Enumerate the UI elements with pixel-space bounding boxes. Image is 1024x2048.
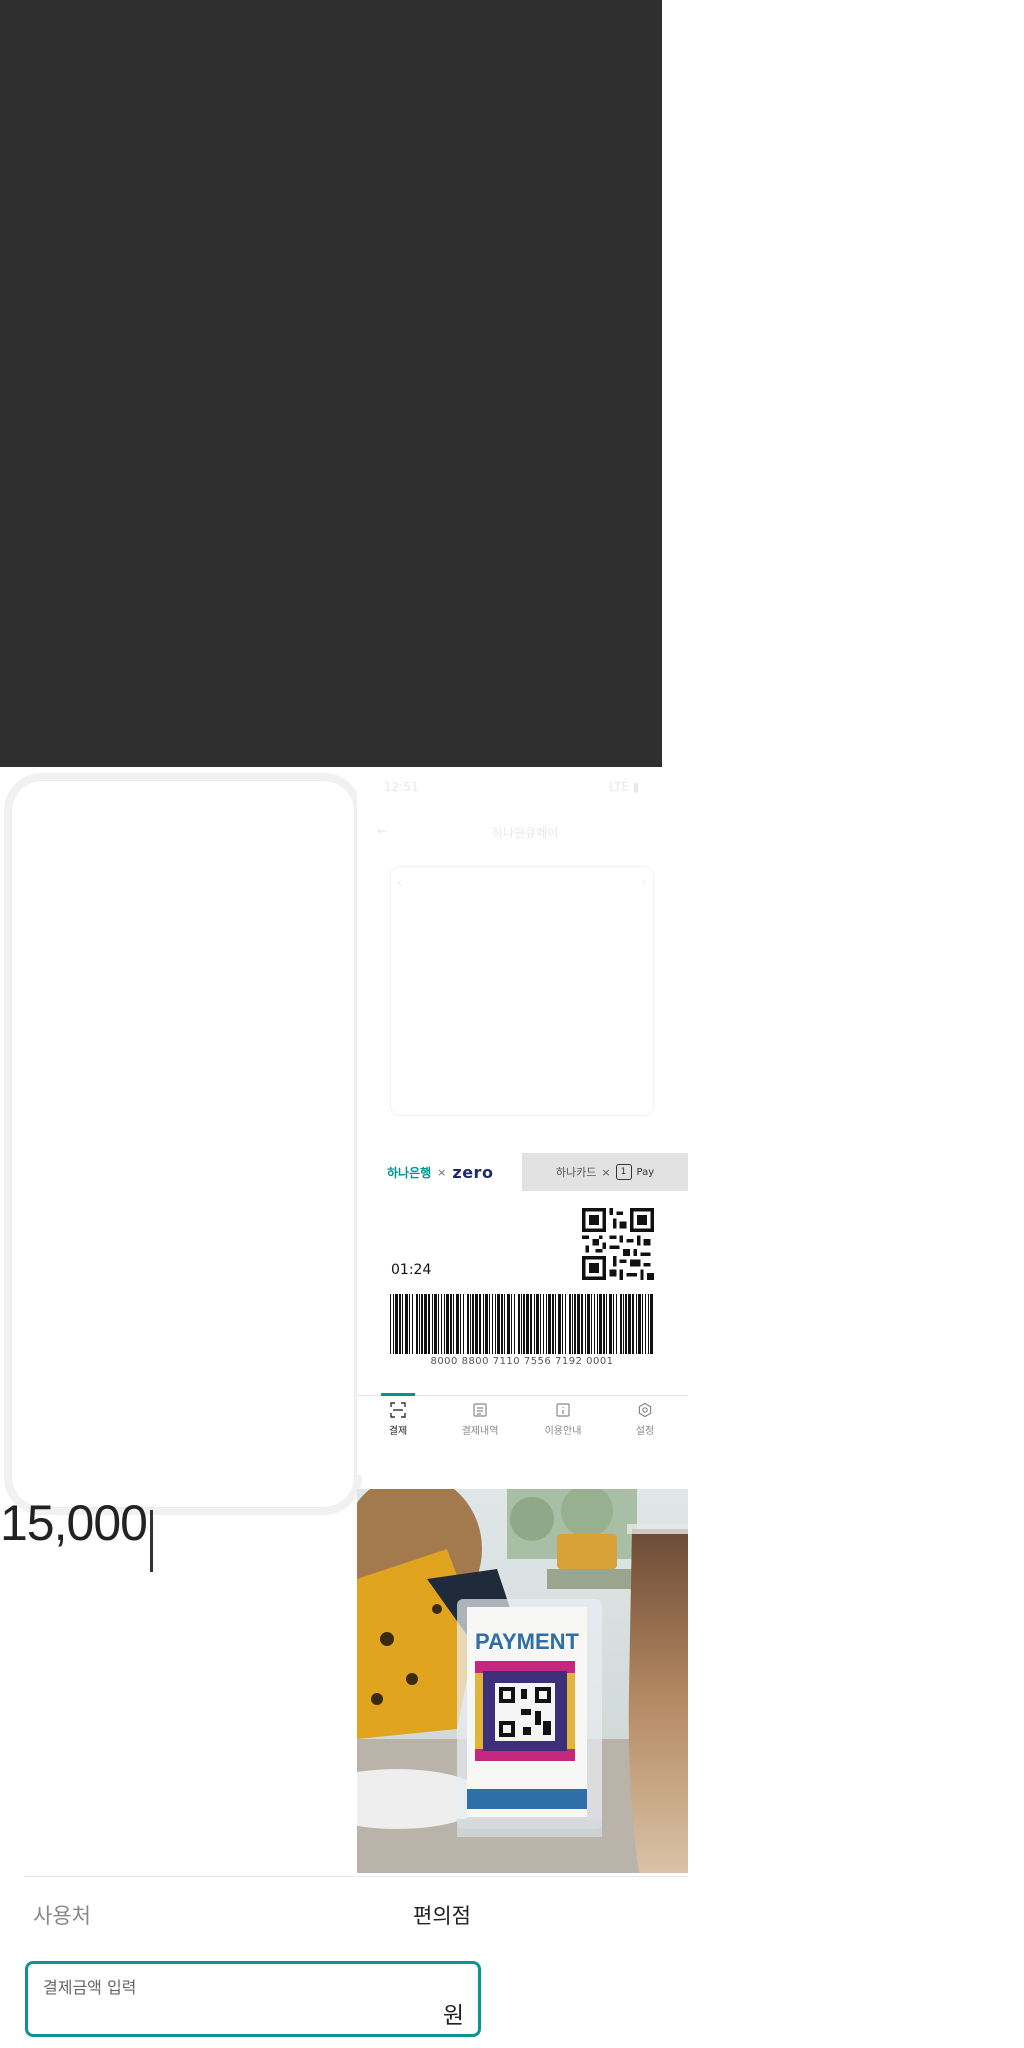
section-divider — [24, 1876, 688, 1877]
nav-label: 결제내역 — [461, 1426, 499, 1437]
faint-card: ‹ › — [390, 866, 654, 1116]
pay-logo-icon: 1 — [615, 1164, 632, 1180]
barcode-number: 8000 8800 7110 7556 7192 0001 — [430, 1356, 614, 1367]
faint-status-time: 12:51 — [384, 780, 419, 794]
dark-overlay-panel — [0, 0, 662, 767]
expiry-timer: 01:24 — [391, 1262, 432, 1278]
currency-unit: 원 — [442, 2003, 464, 2029]
faint-back-icon[interactable]: ← — [377, 824, 387, 838]
nav-item-pay[interactable]: 결제 — [357, 1402, 439, 1448]
hana-card-label: 하나카드 — [555, 1166, 597, 1179]
qr-payment-stand-photo: PAYMENT — [357, 1489, 688, 1873]
gear-icon — [638, 1402, 652, 1418]
payment-amount-field-label: 결제금액 입력 — [43, 1978, 137, 1997]
nav-item-guide[interactable]: 이용안내 — [522, 1402, 604, 1448]
qr-code — [582, 1208, 654, 1280]
faint-status-right: LTE ▮ — [609, 780, 640, 794]
barcode — [390, 1294, 653, 1354]
tab-hana-card-pay[interactable]: 하나카드 × 1 Pay — [522, 1153, 688, 1191]
hana-bank-logo-text: 하나은행 — [387, 1165, 432, 1180]
nav-active-indicator — [381, 1393, 415, 1396]
receipt-icon — [473, 1403, 487, 1417]
zero-logo: zero — [452, 1162, 494, 1182]
phone-frame — [4, 773, 362, 1515]
nav-item-settings[interactable]: 설정 — [604, 1402, 686, 1448]
tab-hana-zero[interactable]: 하나은행 × zero — [357, 1153, 522, 1191]
scan-icon — [390, 1402, 406, 1418]
times-sign: × — [437, 1165, 447, 1179]
info-icon — [556, 1403, 570, 1417]
amount-display[interactable]: 15,000 — [0, 1498, 148, 1548]
payment-amount-field[interactable]: 결제금액 입력 원 — [25, 1961, 481, 2037]
nav-label: 이용안내 — [544, 1426, 582, 1437]
merchant-value: 편의점 — [413, 1904, 471, 1928]
faint-arrow-right-icon: › — [641, 875, 647, 891]
faint-arrow-left-icon: ‹ — [397, 875, 403, 891]
text-cursor — [150, 1510, 153, 1572]
payment-sign-text: PAYMENT — [475, 1629, 579, 1654]
times-sign: × — [601, 1165, 611, 1179]
pay-label: Pay — [636, 1166, 655, 1178]
merchant-label: 사용처 — [33, 1904, 91, 1928]
nav-label: 설정 — [635, 1426, 655, 1437]
pay-screen: 12:51 LTE ▮ ← 하나원큐페이 ‹ › 하나은행 × zero 하나카… — [357, 770, 688, 1475]
faint-title: 하나원큐페이 — [492, 826, 559, 840]
nav-item-history[interactable]: 결제내역 — [439, 1402, 521, 1448]
nav-label: 결제 — [388, 1426, 408, 1437]
